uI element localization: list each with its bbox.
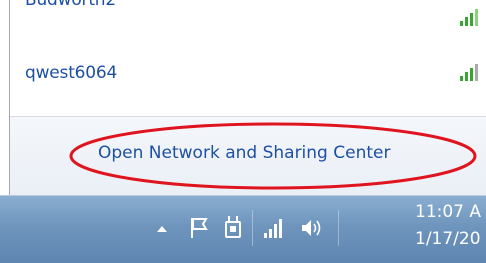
speaker-volume-icon[interactable] xyxy=(296,212,328,244)
clock-time[interactable]: 11:07 A xyxy=(415,202,481,222)
network-item-budworth2[interactable]: Budworth2 xyxy=(10,0,486,26)
clock-date[interactable]: 1/17/20 xyxy=(415,229,481,249)
tray-separator xyxy=(252,210,253,246)
network-item-qwest6064[interactable]: qwest6064 xyxy=(10,57,486,87)
network-name: Budworth2 xyxy=(25,0,116,10)
popup-footer: Open Network and Sharing Center xyxy=(10,116,486,196)
taskbar: 11:07 A 1/17/20 xyxy=(0,195,486,263)
wifi-signal-icon xyxy=(460,64,478,81)
show-hidden-icons-arrow[interactable] xyxy=(146,212,178,244)
power-plug-icon[interactable] xyxy=(218,212,250,244)
action-center-flag-icon[interactable] xyxy=(184,212,216,244)
wireless-network-popup: Budworth2 qwest6064 Open Network and Sha… xyxy=(9,0,486,196)
open-network-sharing-center-link[interactable]: Open Network and Sharing Center xyxy=(98,143,390,163)
network-list: Budworth2 qwest6064 xyxy=(10,0,486,116)
tray-separator xyxy=(338,210,339,246)
wifi-signal-icon xyxy=(460,9,478,26)
network-signal-icon[interactable] xyxy=(258,212,290,244)
network-name: qwest6064 xyxy=(25,63,118,83)
